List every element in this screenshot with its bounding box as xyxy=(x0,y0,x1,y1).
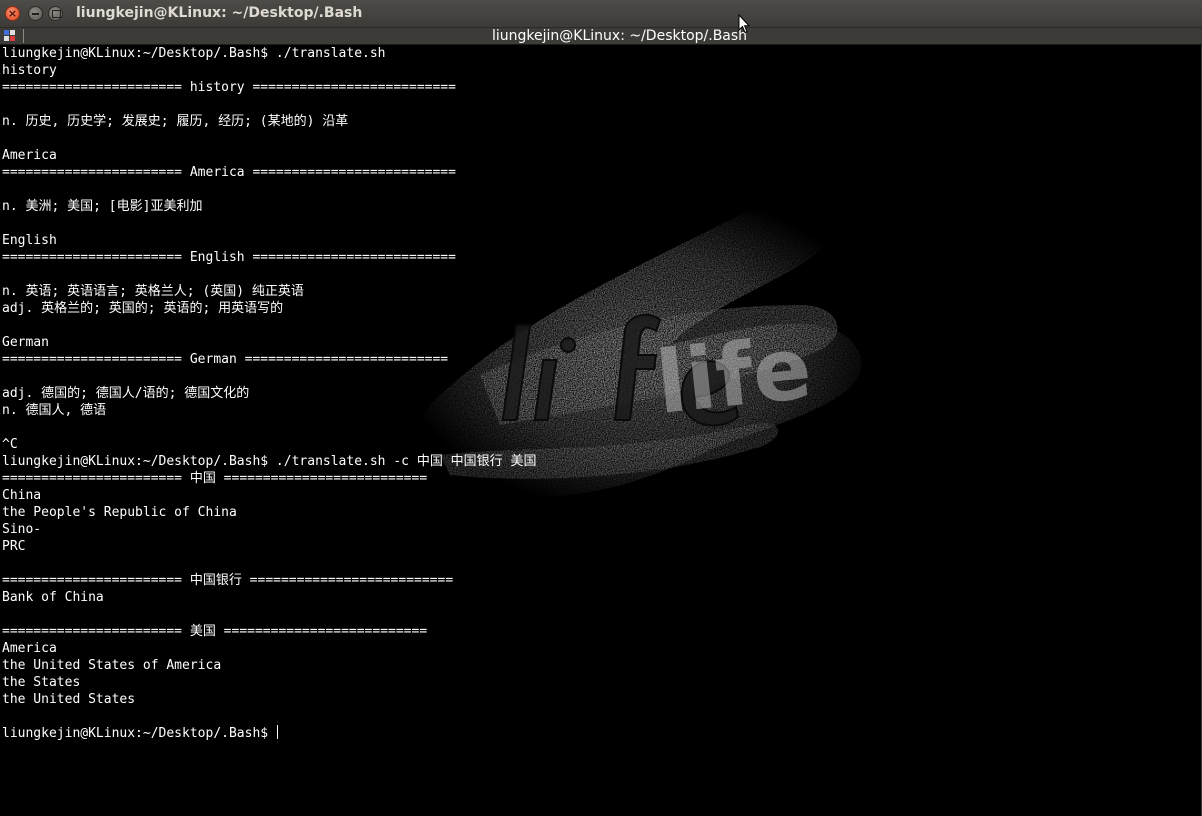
terminal-line: the States xyxy=(2,675,81,690)
terminal-line: German xyxy=(2,335,49,350)
terminal-line: ======================= history ========… xyxy=(2,80,456,95)
terminal-line: n. 历史, 历史学; 发展史; 履历, 经历; (某地的) 沿革 xyxy=(2,114,349,129)
terminal-line: ======================= 中国银行 ===========… xyxy=(2,573,454,588)
terminal-line: n. 英语; 英语语言; 英格兰人; (英国) 纯正英语 xyxy=(2,284,304,299)
terminal-window: × liungkejin@KLinux: ~/Desktop/.Bash liu… xyxy=(0,0,1202,816)
terminal-line: China xyxy=(2,488,42,503)
close-button[interactable]: × xyxy=(5,6,20,21)
terminal-line: ======================= America ========… xyxy=(2,165,456,180)
terminal-line: the People's Republic of China xyxy=(2,505,237,520)
terminal-line: history xyxy=(2,63,57,78)
tab-title[interactable]: liungkejin@KLinux: ~/Desktop/.Bash xyxy=(492,28,747,45)
tab-separator xyxy=(23,29,24,43)
terminal-line: Sino- xyxy=(2,522,42,537)
terminal-line: the United States of America xyxy=(2,658,222,673)
terminal-app-icon xyxy=(4,30,16,42)
terminal-line: n. 美洲; 美国; [电影]亚美利加 xyxy=(2,199,203,214)
terminal-line: the United States xyxy=(2,692,136,707)
minimize-icon xyxy=(32,13,39,15)
terminal-line: liungkejin@KLinux:~/Desktop/.Bash$ xyxy=(2,725,278,741)
mouse-pointer-icon xyxy=(738,14,750,34)
terminal-line: liungkejin@KLinux:~/Desktop/.Bash$ ./tra… xyxy=(2,454,537,469)
terminal-line: America xyxy=(2,641,57,656)
window-title: liungkejin@KLinux: ~/Desktop/.Bash xyxy=(76,5,363,21)
terminal-line: ======================= German =========… xyxy=(2,352,449,367)
text-cursor xyxy=(276,725,278,739)
terminal-tabbar: liungkejin@KLinux: ~/Desktop/.Bash xyxy=(0,28,1202,45)
maximize-button[interactable] xyxy=(48,6,63,21)
terminal-line: ^C xyxy=(2,437,18,452)
minimize-button[interactable] xyxy=(28,6,43,21)
maximize-icon xyxy=(52,10,61,18)
terminal-line: America xyxy=(2,148,57,163)
terminal-line: adj. 德国的; 德国人/语的; 德国文化的 xyxy=(2,386,250,401)
terminal-line: PRC xyxy=(2,539,26,554)
window-titlebar[interactable]: × liungkejin@KLinux: ~/Desktop/.Bash xyxy=(0,0,1202,28)
terminal-line: liungkejin@KLinux:~/Desktop/.Bash$ ./tra… xyxy=(2,46,386,61)
terminal-line: n. 德国人, 德语 xyxy=(2,403,107,418)
wallpaper-text: life xyxy=(652,318,816,434)
close-icon: × xyxy=(7,7,18,20)
terminal-output-area[interactable]: life liungkejin@KLinux:~/Desktop/.Bash$ … xyxy=(0,45,1202,816)
terminal-lines: liungkejin@KLinux:~/Desktop/.Bash$ ./tra… xyxy=(2,45,536,742)
terminal-line: ======================= English ========… xyxy=(2,250,456,265)
terminal-line: English xyxy=(2,233,57,248)
terminal-line: ======================= 中国 =============… xyxy=(2,471,428,486)
terminal-line: Bank of China xyxy=(2,590,104,605)
terminal-line: ======================= 美国 =============… xyxy=(2,624,428,639)
terminal-line: adj. 英格兰的; 英国的; 英语的; 用英语写的 xyxy=(2,301,284,316)
